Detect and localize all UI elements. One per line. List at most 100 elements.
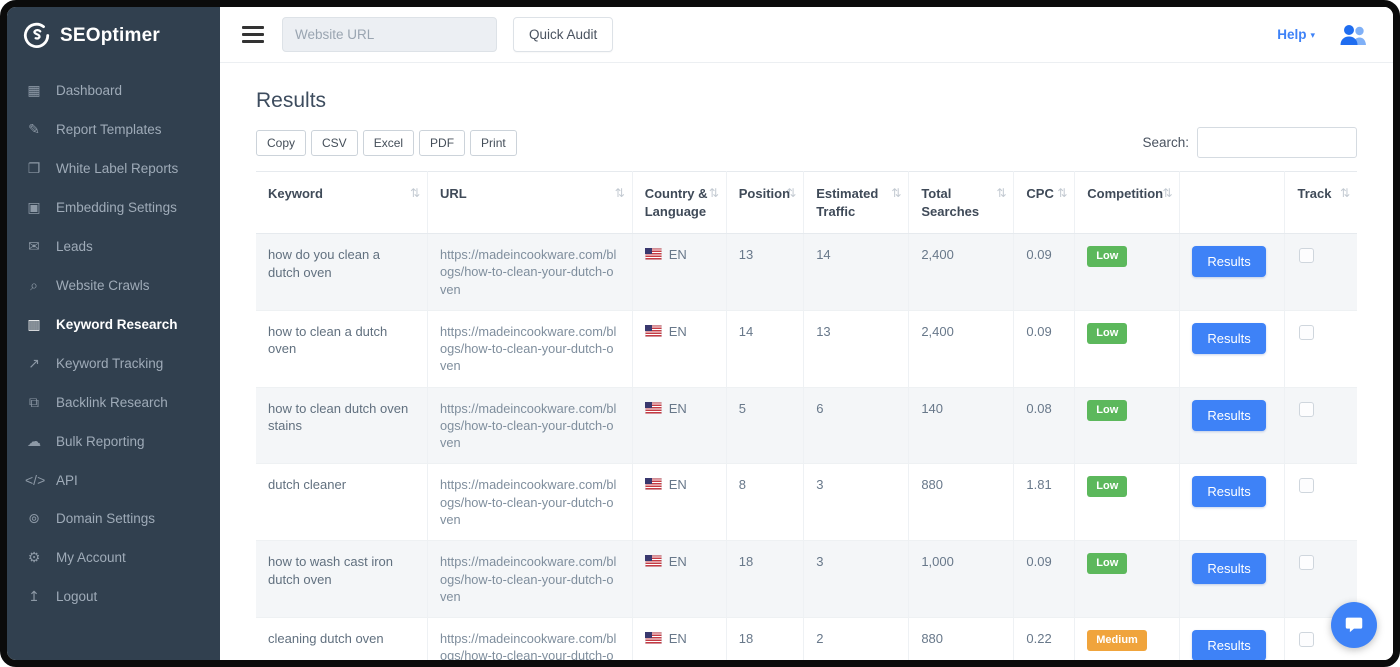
- sort-icon[interactable]: ⇅: [1162, 185, 1172, 201]
- sidebar-item-label: Keyword Tracking: [56, 356, 163, 371]
- sidebar-item-label: Domain Settings: [56, 511, 155, 526]
- website-url-input[interactable]: [282, 17, 497, 52]
- results-button[interactable]: Results: [1192, 400, 1265, 431]
- cpc-cell: 0.22: [1014, 618, 1075, 660]
- track-checkbox[interactable]: [1299, 248, 1314, 263]
- sort-icon[interactable]: ⇅: [410, 185, 420, 201]
- embedding-settings-icon: ▣: [25, 199, 43, 216]
- column-header-country-language[interactable]: Country & Language⇅: [632, 172, 726, 234]
- column-header-cpc[interactable]: CPC⇅: [1014, 172, 1075, 234]
- account-users-icon[interactable]: [1337, 23, 1371, 47]
- sort-icon[interactable]: ⇅: [891, 185, 901, 201]
- us-flag-icon: [645, 555, 662, 567]
- table-row: dutch cleaner https://madeincookware.com…: [256, 464, 1357, 541]
- sidebar-item-backlink-research[interactable]: ⧉ Backlink Research: [7, 383, 220, 422]
- table-search-input[interactable]: [1197, 127, 1357, 158]
- competition-badge: Low: [1087, 553, 1127, 574]
- csv-export-button[interactable]: CSV: [311, 130, 358, 156]
- sort-icon[interactable]: ⇅: [709, 185, 719, 201]
- cpc-cell: 0.09: [1014, 541, 1075, 618]
- app-window: SEOptimer ▦ Dashboard ✎ Report Templates…: [0, 0, 1400, 667]
- sidebar-item-dashboard[interactable]: ▦ Dashboard: [7, 71, 220, 110]
- column-header-keyword[interactable]: Keyword⇅: [256, 172, 428, 234]
- track-checkbox[interactable]: [1299, 478, 1314, 493]
- sidebar-item-label: Keyword Research: [56, 317, 178, 332]
- results-button[interactable]: Results: [1192, 246, 1265, 277]
- intercom-chat-button[interactable]: [1331, 602, 1377, 648]
- pdf-export-button[interactable]: PDF: [419, 130, 465, 156]
- column-header-position[interactable]: Position⇅: [726, 172, 803, 234]
- url-cell: https://madeincookware.com/blogs/how-to-…: [428, 464, 633, 541]
- column-header-total-searches[interactable]: Total Searches⇅: [909, 172, 1014, 234]
- keyword-tracking-icon: ↗: [25, 355, 43, 372]
- track-checkbox[interactable]: [1299, 402, 1314, 417]
- copy-export-button[interactable]: Copy: [256, 130, 306, 156]
- total-searches-cell: 880: [909, 618, 1014, 660]
- sidebar-item-label: Backlink Research: [56, 395, 168, 410]
- caret-down-icon: ▾: [1310, 30, 1315, 41]
- quick-audit-button[interactable]: Quick Audit: [513, 17, 613, 52]
- competition-cell: Low: [1075, 310, 1180, 387]
- page-title: Results: [256, 89, 1357, 113]
- sort-icon[interactable]: ⇅: [615, 185, 625, 201]
- track-checkbox[interactable]: [1299, 632, 1314, 647]
- country-language-cell: EN: [632, 618, 726, 660]
- column-header-competition[interactable]: Competition⇅: [1075, 172, 1180, 234]
- results-button[interactable]: Results: [1192, 553, 1265, 584]
- sidebar-item-keyword-research[interactable]: ▥ Keyword Research: [7, 305, 220, 344]
- track-checkbox[interactable]: [1299, 555, 1314, 570]
- country-language-cell: EN: [632, 541, 726, 618]
- competition-badge: Low: [1087, 476, 1127, 497]
- country-language-cell: EN: [632, 464, 726, 541]
- sort-icon[interactable]: ⇅: [1057, 185, 1067, 201]
- column-header-track[interactable]: Track⇅: [1285, 172, 1357, 234]
- results-button[interactable]: Results: [1192, 323, 1265, 354]
- chat-bubble-icon: [1343, 614, 1365, 636]
- keyword-cell: how to clean dutch oven stains: [256, 387, 428, 464]
- export-buttons: CopyCSVExcelPDFPrint: [256, 130, 517, 156]
- keyword-cell: how to clean a dutch oven: [256, 310, 428, 387]
- results-cell: Results: [1180, 541, 1285, 618]
- sidebar-item-leads[interactable]: ✉ Leads: [7, 227, 220, 266]
- sidebar-item-website-crawls[interactable]: ⌕ Website Crawls: [7, 266, 220, 305]
- keyword-cell: dutch cleaner: [256, 464, 428, 541]
- brand-logo[interactable]: SEOptimer: [7, 7, 220, 63]
- sidebar-item-logout[interactable]: ↥ Logout: [7, 577, 220, 616]
- total-searches-cell: 140: [909, 387, 1014, 464]
- language-code: EN: [669, 401, 687, 416]
- menu-icon[interactable]: [242, 20, 266, 49]
- leads-icon: ✉: [25, 238, 43, 255]
- sidebar-item-label: Bulk Reporting: [56, 434, 145, 449]
- help-menu[interactable]: Help ▾: [1277, 27, 1315, 42]
- total-searches-cell: 2,400: [909, 234, 1014, 311]
- sidebar-item-domain-settings[interactable]: ⊚ Domain Settings: [7, 499, 220, 538]
- track-checkbox[interactable]: [1299, 325, 1314, 340]
- sort-icon[interactable]: ⇅: [786, 185, 796, 201]
- excel-export-button[interactable]: Excel: [363, 130, 414, 156]
- sidebar-item-white-label-reports[interactable]: ❐ White Label Reports: [7, 149, 220, 188]
- sidebar-item-api[interactable]: </> API: [7, 461, 220, 499]
- us-flag-icon: [645, 402, 662, 414]
- estimated-traffic-cell: 13: [804, 310, 909, 387]
- sidebar-item-label: Leads: [56, 239, 93, 254]
- column-header-estimated-traffic[interactable]: Estimated Traffic⇅: [804, 172, 909, 234]
- sidebar-item-my-account[interactable]: ⚙ My Account: [7, 538, 220, 577]
- language-code: EN: [669, 324, 687, 339]
- sidebar-item-bulk-reporting[interactable]: ☁ Bulk Reporting: [7, 422, 220, 461]
- sidebar-item-embedding-settings[interactable]: ▣ Embedding Settings: [7, 188, 220, 227]
- column-header-url[interactable]: URL⇅: [428, 172, 633, 234]
- table-controls: CopyCSVExcelPDFPrint Search:: [256, 127, 1357, 158]
- sidebar-item-keyword-tracking[interactable]: ↗ Keyword Tracking: [7, 344, 220, 383]
- estimated-traffic-cell: 6: [804, 387, 909, 464]
- results-button[interactable]: Results: [1192, 630, 1265, 660]
- print-export-button[interactable]: Print: [470, 130, 517, 156]
- results-button[interactable]: Results: [1192, 476, 1265, 507]
- table-row: how do you clean a dutch oven https://ma…: [256, 234, 1357, 311]
- sort-icon[interactable]: ⇅: [996, 185, 1006, 201]
- sort-icon[interactable]: ⇅: [1340, 185, 1350, 201]
- results-cell: Results: [1180, 234, 1285, 311]
- estimated-traffic-cell: 3: [804, 541, 909, 618]
- table-body: how do you clean a dutch oven https://ma…: [256, 234, 1357, 660]
- keyword-cell: how do you clean a dutch oven: [256, 234, 428, 311]
- sidebar-item-report-templates[interactable]: ✎ Report Templates: [7, 110, 220, 149]
